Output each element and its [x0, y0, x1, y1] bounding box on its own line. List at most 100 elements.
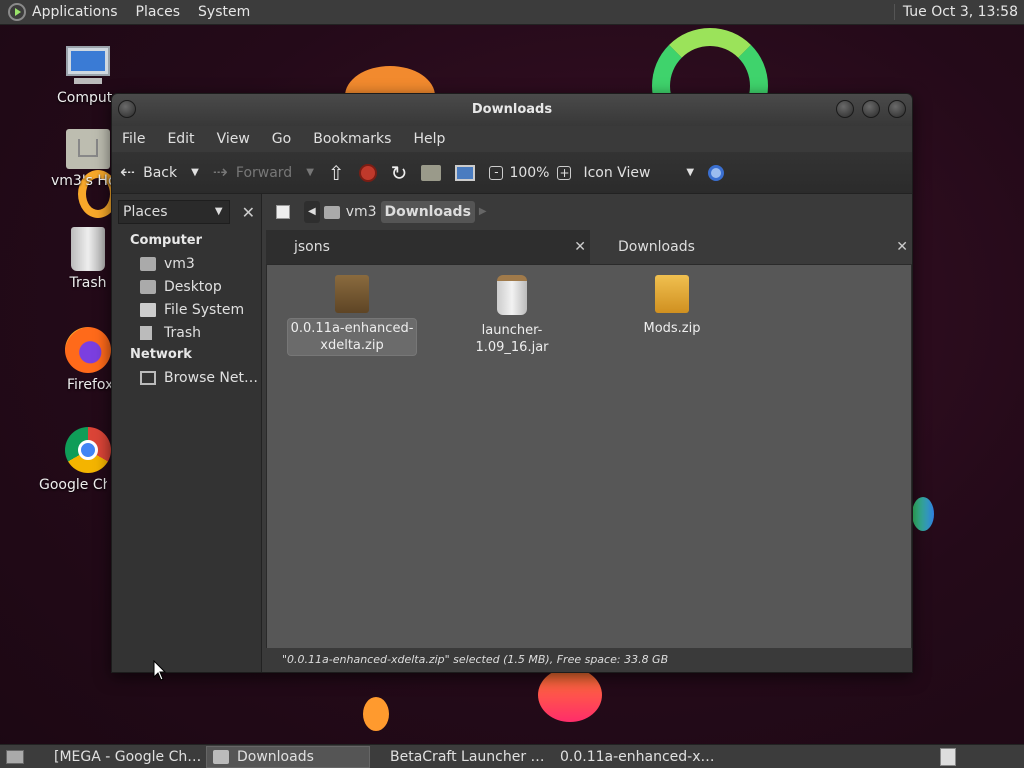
window-title: Downloads — [471, 102, 553, 117]
view-mode-label: Icon View — [583, 164, 651, 181]
menu-go[interactable]: Go — [272, 131, 291, 147]
back-button[interactable]: ⇠ Back ▼ — [120, 162, 199, 183]
tab-downloads[interactable]: Downloads ✕ — [590, 230, 912, 264]
menu-bar: File Edit View Go Bookmarks Help — [112, 126, 912, 152]
close-button[interactable] — [888, 100, 906, 118]
task-archive[interactable]: 0.0.11a-enhanced-x… — [546, 746, 716, 768]
network-icon — [140, 370, 156, 385]
title-bar[interactable]: Downloads — [112, 94, 912, 126]
close-tab-icon[interactable]: ✕ — [574, 230, 586, 264]
system-menu[interactable]: System — [198, 4, 250, 20]
top-panel: Applications Places System Tue Oct 3, 13… — [0, 0, 1024, 25]
forward-arrow-icon: ⇢ — [212, 162, 228, 183]
sidebar-item-label: Desktop — [164, 278, 222, 295]
zoom-in-icon: + — [557, 165, 572, 180]
stop-icon — [358, 163, 377, 182]
home-button[interactable] — [421, 164, 442, 181]
computer-icon — [64, 46, 112, 86]
sidebar-item-label: Browse Net… — [164, 369, 259, 386]
sidebar-section-network: Network — [130, 347, 192, 362]
jar-icon — [497, 275, 527, 315]
trash-icon — [71, 227, 105, 271]
desktop-icon-label: Google Chrome — [39, 477, 107, 493]
show-desktop-icon — [6, 749, 24, 764]
applications-menu[interactable]: Applications — [32, 4, 118, 20]
back-label: Back — [143, 164, 178, 181]
back-history-dropdown[interactable]: ▼ — [191, 167, 199, 178]
file-item[interactable]: launcher-1.09_16.jar — [447, 275, 577, 357]
folder-icon — [213, 749, 229, 764]
task-label: 0.0.11a-enhanced-x… — [560, 748, 715, 765]
sidebar-item-desktop[interactable]: Desktop — [112, 275, 261, 298]
sidebar-item-label: vm3 — [164, 255, 195, 272]
home-folder-icon — [323, 205, 340, 219]
close-tab-icon[interactable]: ✕ — [896, 230, 908, 264]
menu-file[interactable]: File — [122, 131, 145, 147]
home-icon — [421, 164, 442, 181]
tab-label: Downloads — [618, 239, 695, 255]
file-item[interactable]: 0.0.11a-enhanced- xdelta.zip — [287, 275, 417, 355]
menu-edit[interactable]: Edit — [167, 131, 194, 147]
sidebar-type-select[interactable]: Places ▼ — [118, 200, 230, 224]
stop-button[interactable] — [358, 163, 377, 182]
tab-label: jsons — [294, 239, 330, 255]
computer-button[interactable] — [455, 164, 476, 181]
zoom-in-button[interactable]: + — [557, 165, 572, 180]
main-content: ◀ vm3 Downloads ▶ jsons ✕ Downloads ✕ 0.… — [266, 194, 912, 672]
computer-icon — [455, 164, 476, 181]
sidebar-item-vm3[interactable]: vm3 — [112, 252, 261, 275]
forward-history-dropdown[interactable]: ▼ — [306, 167, 314, 178]
window-menu-button[interactable] — [118, 100, 136, 118]
chevron-down-icon: ▼ — [686, 167, 695, 178]
zoom-out-icon: - — [489, 165, 504, 180]
sidebar-type-label: Places — [123, 204, 168, 220]
task-betacraft[interactable]: BetaCraft Launcher … — [376, 746, 545, 768]
sidebar-item-filesystem[interactable]: File System — [112, 298, 261, 321]
task-downloads[interactable]: Downloads — [206, 745, 370, 768]
breadcrumb-downloads[interactable]: Downloads — [380, 201, 475, 223]
menu-view[interactable]: View — [217, 131, 250, 147]
reload-button[interactable]: ↻ — [391, 161, 408, 185]
up-arrow-icon: ⇧ — [327, 160, 345, 185]
workspace-switcher[interactable] — [940, 748, 956, 766]
clock[interactable]: Tue Oct 3, 13:58 — [893, 4, 1018, 20]
path-scroll-right-button[interactable]: ▶ — [475, 201, 491, 223]
breadcrumb-vm3[interactable]: vm3 — [320, 201, 381, 223]
file-name-line2: xdelta.zip — [320, 338, 384, 353]
show-desktop-button[interactable] — [0, 746, 30, 768]
maximize-button[interactable] — [862, 100, 880, 118]
view-mode-select[interactable]: Icon View ▼ — [583, 165, 694, 181]
menu-bookmarks[interactable]: Bookmarks — [313, 131, 391, 147]
tab-jsons[interactable]: jsons ✕ — [266, 230, 590, 264]
sidebar-item-browse-network[interactable]: Browse Net… — [112, 366, 261, 389]
search-button[interactable] — [708, 164, 725, 181]
file-view[interactable]: 0.0.11a-enhanced- xdelta.zip launcher-1.… — [266, 264, 912, 660]
zoom-out-button[interactable]: - — [489, 165, 504, 180]
desktop-folder-icon — [140, 279, 156, 294]
home-folder-icon — [66, 129, 110, 169]
file-name-line1: 0.0.11a-enhanced- — [290, 321, 414, 336]
bottom-panel: [MEGA - Google Ch… Downloads BetaCraft L… — [0, 744, 1024, 768]
toggle-location-entry-button[interactable] — [272, 201, 294, 223]
close-sidebar-icon[interactable]: ✕ — [242, 203, 255, 222]
task-chrome[interactable]: [MEGA - Google Ch… — [40, 746, 201, 768]
home-folder-icon — [140, 256, 156, 271]
places-menu[interactable]: Places — [136, 4, 181, 20]
sidebar-item-label: Trash — [164, 324, 201, 341]
status-bar: "0.0.11a-enhanced-xdelta.zip" selected (… — [266, 648, 912, 672]
toolbar: ⇠ Back ▼ ⇢ Forward ▼ ⇧ ↻ - 100% + Icon V… — [112, 152, 912, 194]
menu-help[interactable]: Help — [413, 131, 445, 147]
file-manager-window: Downloads File Edit View Go Bookmarks He… — [111, 93, 913, 673]
zoom-level[interactable]: 100% — [509, 165, 549, 181]
path-scroll-left-button[interactable]: ◀ — [304, 201, 320, 223]
desktop-icon-label: vm3's Home — [51, 173, 113, 189]
up-button[interactable]: ⇧ — [328, 161, 345, 185]
edit-icon — [276, 205, 290, 219]
minimize-button[interactable] — [836, 100, 854, 118]
package-icon — [335, 275, 369, 313]
package-icon — [655, 275, 689, 313]
sidebar-item-trash[interactable]: Trash — [112, 321, 261, 344]
gnome-logo-icon[interactable] — [8, 3, 26, 21]
forward-button[interactable]: ⇢ Forward ▼ — [213, 162, 314, 183]
file-item[interactable]: Mods.zip — [607, 275, 737, 338]
